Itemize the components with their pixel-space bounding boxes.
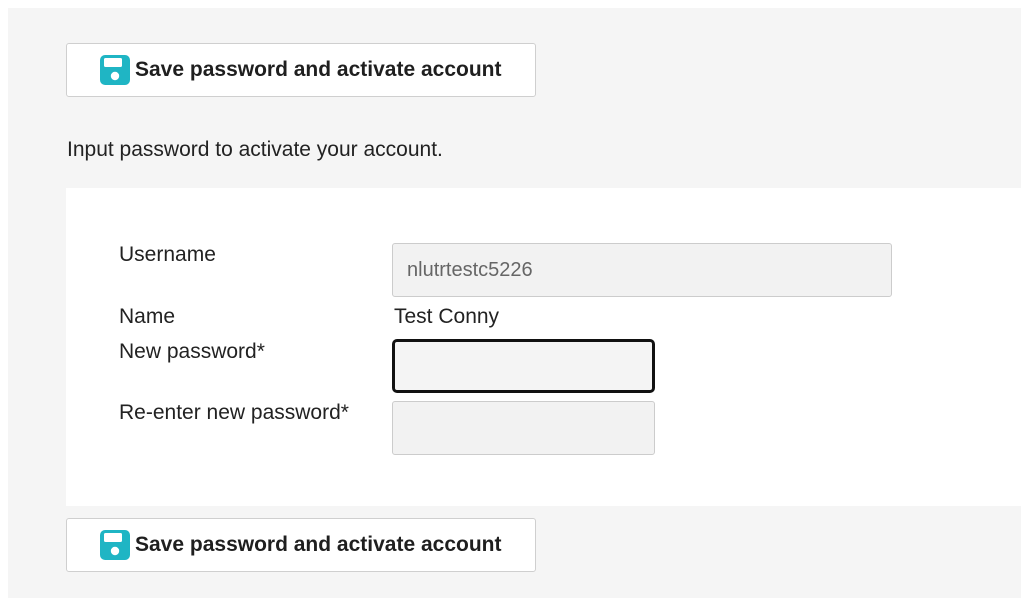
reenter-password-field[interactable] (392, 401, 655, 455)
save-activate-button-bottom[interactable]: Save password and activate account (66, 518, 536, 572)
reenter-password-label: Re-enter new password* (119, 401, 349, 424)
new-password-label: New password* (119, 340, 265, 363)
username-field[interactable] (392, 243, 892, 297)
save-activate-button-label: Save password and activate account (135, 58, 502, 81)
save-icon (100, 55, 130, 85)
name-value: Test Conny (394, 305, 500, 328)
save-activate-button-top[interactable]: Save password and activate account (66, 43, 536, 97)
save-activate-button-label: Save password and activate account (135, 533, 502, 556)
activation-form: Username Name Test Conny New password* R… (66, 188, 1021, 506)
intro-text: Input password to activate your account. (67, 138, 443, 161)
page-container: Save password and activate account Input… (8, 8, 1021, 598)
name-label: Name (119, 305, 176, 328)
username-label: Username (119, 243, 216, 266)
new-password-field[interactable] (392, 339, 655, 393)
save-icon (100, 530, 130, 560)
